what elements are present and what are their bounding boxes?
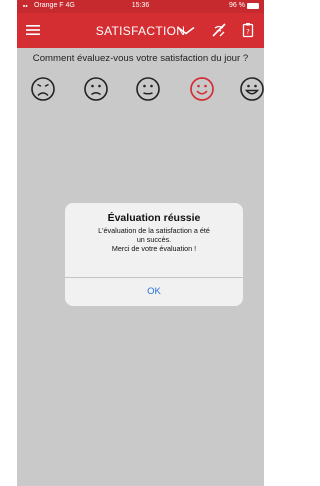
battery-fill [248, 3, 258, 8]
battery-percent: 96 % [229, 2, 245, 9]
ok-button[interactable]: OK [65, 278, 243, 306]
dialog-message: L'évaluation de la satisfaction a été un… [73, 226, 235, 253]
happy-face-icon[interactable] [189, 76, 215, 102]
success-dialog: Évaluation réussie L'évaluation de la sa… [65, 203, 243, 306]
chevron-down-icon[interactable] [177, 26, 195, 35]
neutral-face-icon[interactable] [135, 76, 161, 102]
battery-indicator: 96 % [229, 2, 259, 9]
status-time: 15:36 [131, 2, 150, 9]
rating-options [17, 76, 264, 104]
status-bar: Orange F 4G 15:36 96 % [17, 0, 264, 13]
signal-off-icon[interactable] [211, 22, 227, 38]
very-happy-face-icon[interactable] [239, 76, 264, 102]
satisfaction-question: Comment évaluez-vous votre satisfaction … [32, 53, 249, 64]
battery-icon [247, 2, 259, 9]
dialog-title: Évaluation réussie [107, 212, 201, 224]
file-icon[interactable]: ? [242, 22, 254, 38]
svg-text:?: ? [246, 28, 250, 36]
very-unhappy-face-icon[interactable] [30, 76, 56, 102]
app-header: SATISFACTION ? [17, 13, 264, 48]
unhappy-face-icon[interactable] [83, 76, 109, 102]
dialog-message-line: L'évaluation de la satisfaction a été [98, 226, 210, 235]
dialog-message-line: Merci de votre évaluation ! [111, 244, 197, 253]
phone-screen: Orange F 4G 15:36 96 % SATISFACTION ? Co… [17, 0, 264, 486]
dialog-message-line: un succès. [136, 235, 172, 244]
